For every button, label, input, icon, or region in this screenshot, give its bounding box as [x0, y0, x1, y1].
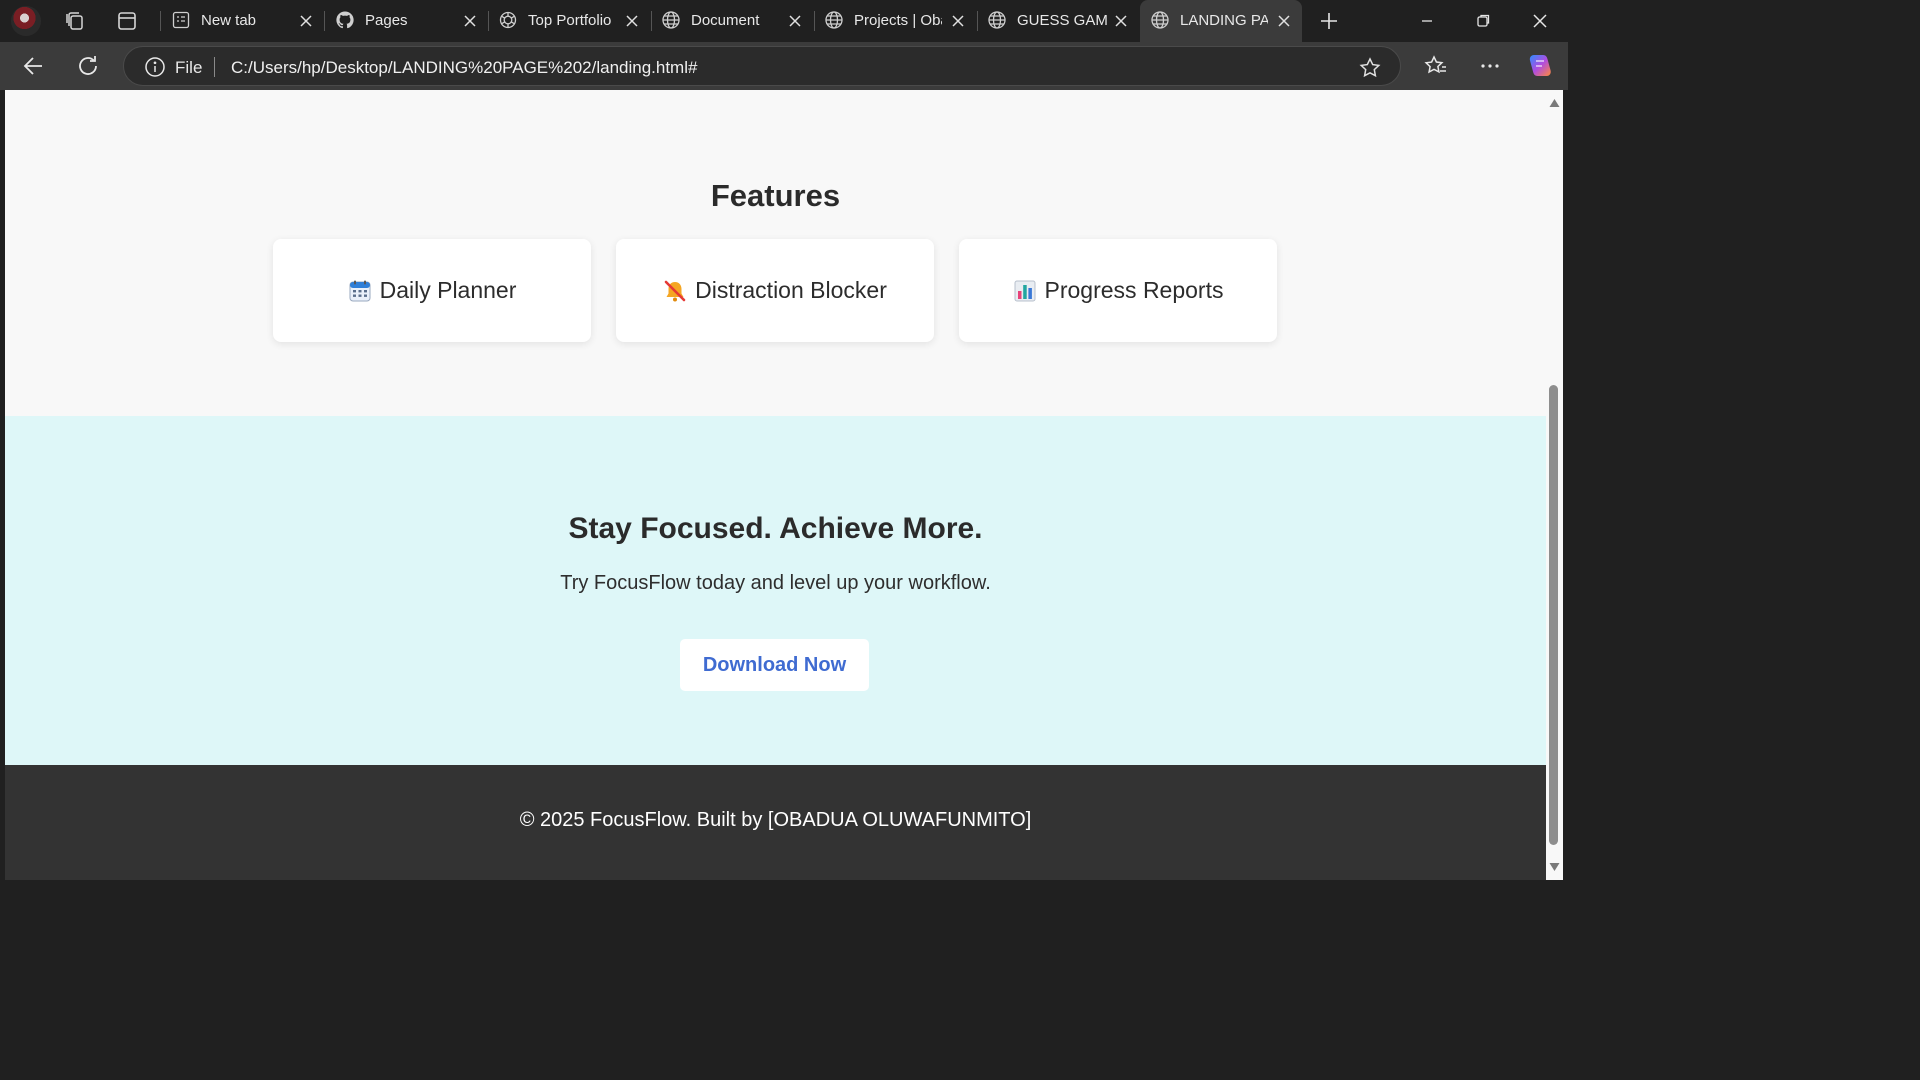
tab-top-portfolio[interactable]: Top Portfolio: [488, 0, 650, 42]
page-footer: © 2025 FocusFlow. Built by [OBADUA OLUWA…: [5, 765, 1546, 880]
copilot-icon[interactable]: [1525, 51, 1555, 81]
profile-avatar[interactable]: [11, 6, 41, 36]
new-tab-plus-icon[interactable]: [1316, 9, 1342, 33]
features-title: Features: [710, 178, 841, 213]
back-arrow-icon[interactable]: [20, 52, 48, 80]
browser-toolbar: File C:/Users/hp/Desktop/LANDING%20PAGE%…: [0, 42, 1568, 90]
scroll-up-arrow-icon[interactable]: [1549, 98, 1560, 108]
restore-icon[interactable]: [1470, 9, 1496, 33]
features-section: Features Daily Planner Distraction Block…: [5, 90, 1546, 416]
feature-label: Distraction Blocker: [695, 277, 887, 303]
bar-chart-icon: [1013, 279, 1037, 303]
globe-icon: [824, 10, 844, 30]
vertical-scrollbar[interactable]: [1546, 90, 1563, 880]
more-options-icon[interactable]: [1476, 52, 1504, 80]
scrollbar-thumb[interactable]: [1549, 385, 1558, 845]
favorite-star-icon[interactable]: [1358, 56, 1382, 80]
feature-label: Daily Planner: [379, 277, 517, 303]
close-tab-icon[interactable]: [1111, 11, 1131, 31]
tab-label: Top Portfolio: [528, 12, 612, 29]
tab-document[interactable]: Document: [651, 0, 813, 42]
tab-landing-page[interactable]: LANDING PAG: [1140, 0, 1302, 42]
globe-icon: [987, 10, 1007, 30]
globe-icon: [661, 10, 681, 30]
url-text[interactable]: C:/Users/hp/Desktop/LANDING%20PAGE%202/l…: [231, 58, 697, 78]
favorites-icon[interactable]: [1422, 52, 1450, 80]
cta-title: Stay Focused. Achieve More.: [568, 512, 983, 545]
tab-actions-icon[interactable]: [115, 9, 139, 33]
close-tab-icon[interactable]: [622, 11, 642, 31]
tab-label: GUESS GAME: [1017, 12, 1107, 29]
close-tab-icon[interactable]: [1274, 11, 1294, 31]
muted-bell-icon: [663, 279, 687, 303]
feature-card-daily-planner: Daily Planner: [273, 239, 591, 342]
github-icon: [335, 10, 355, 30]
tab-label: Document: [691, 12, 760, 29]
close-tab-icon[interactable]: [460, 11, 480, 31]
new-tab-icon: [171, 10, 191, 30]
site-info-icon[interactable]: [144, 56, 166, 78]
page-viewport: Features Daily Planner Distraction Block…: [5, 90, 1546, 880]
address-separator: [214, 57, 215, 77]
tab-guess-game[interactable]: GUESS GAME: [977, 0, 1139, 42]
close-window-icon[interactable]: [1527, 9, 1553, 33]
openai-icon: [498, 10, 518, 30]
download-now-button[interactable]: Download Now: [680, 639, 869, 691]
tab-label: Pages: [365, 12, 408, 29]
calendar-icon: [348, 279, 372, 303]
cta-section: Stay Focused. Achieve More. Try FocusFlo…: [5, 416, 1546, 765]
browser-tab-strip: New tab Pages Top Portfolio Document Pro…: [0, 0, 1568, 42]
footer-text: © 2025 FocusFlow. Built by [OBADUA OLUWA…: [519, 809, 1032, 831]
refresh-icon[interactable]: [74, 52, 102, 80]
tab-label: Projects | Oba: [854, 12, 942, 29]
feature-label: Progress Reports: [1044, 277, 1224, 303]
close-tab-icon[interactable]: [296, 11, 316, 31]
close-tab-icon[interactable]: [785, 11, 805, 31]
tab-label: New tab: [201, 12, 257, 29]
minimize-icon[interactable]: [1414, 9, 1440, 33]
tab-pages[interactable]: Pages: [325, 0, 487, 42]
close-tab-icon[interactable]: [948, 11, 968, 31]
tab-new-tab[interactable]: New tab: [161, 0, 323, 42]
address-bar[interactable]: File C:/Users/hp/Desktop/LANDING%20PAGE%…: [123, 46, 1401, 86]
globe-icon: [1150, 10, 1170, 30]
tab-projects[interactable]: Projects | Oba: [814, 0, 976, 42]
tab-label: LANDING PAG: [1180, 12, 1268, 29]
feature-card-distraction-blocker: Distraction Blocker: [616, 239, 934, 342]
feature-card-progress-reports: Progress Reports: [959, 239, 1277, 342]
cta-subtitle: Try FocusFlow today and level up your wo…: [560, 572, 991, 594]
scroll-down-arrow-icon[interactable]: [1549, 862, 1560, 872]
scheme-label: File: [175, 58, 203, 77]
workspaces-icon[interactable]: [63, 9, 87, 33]
